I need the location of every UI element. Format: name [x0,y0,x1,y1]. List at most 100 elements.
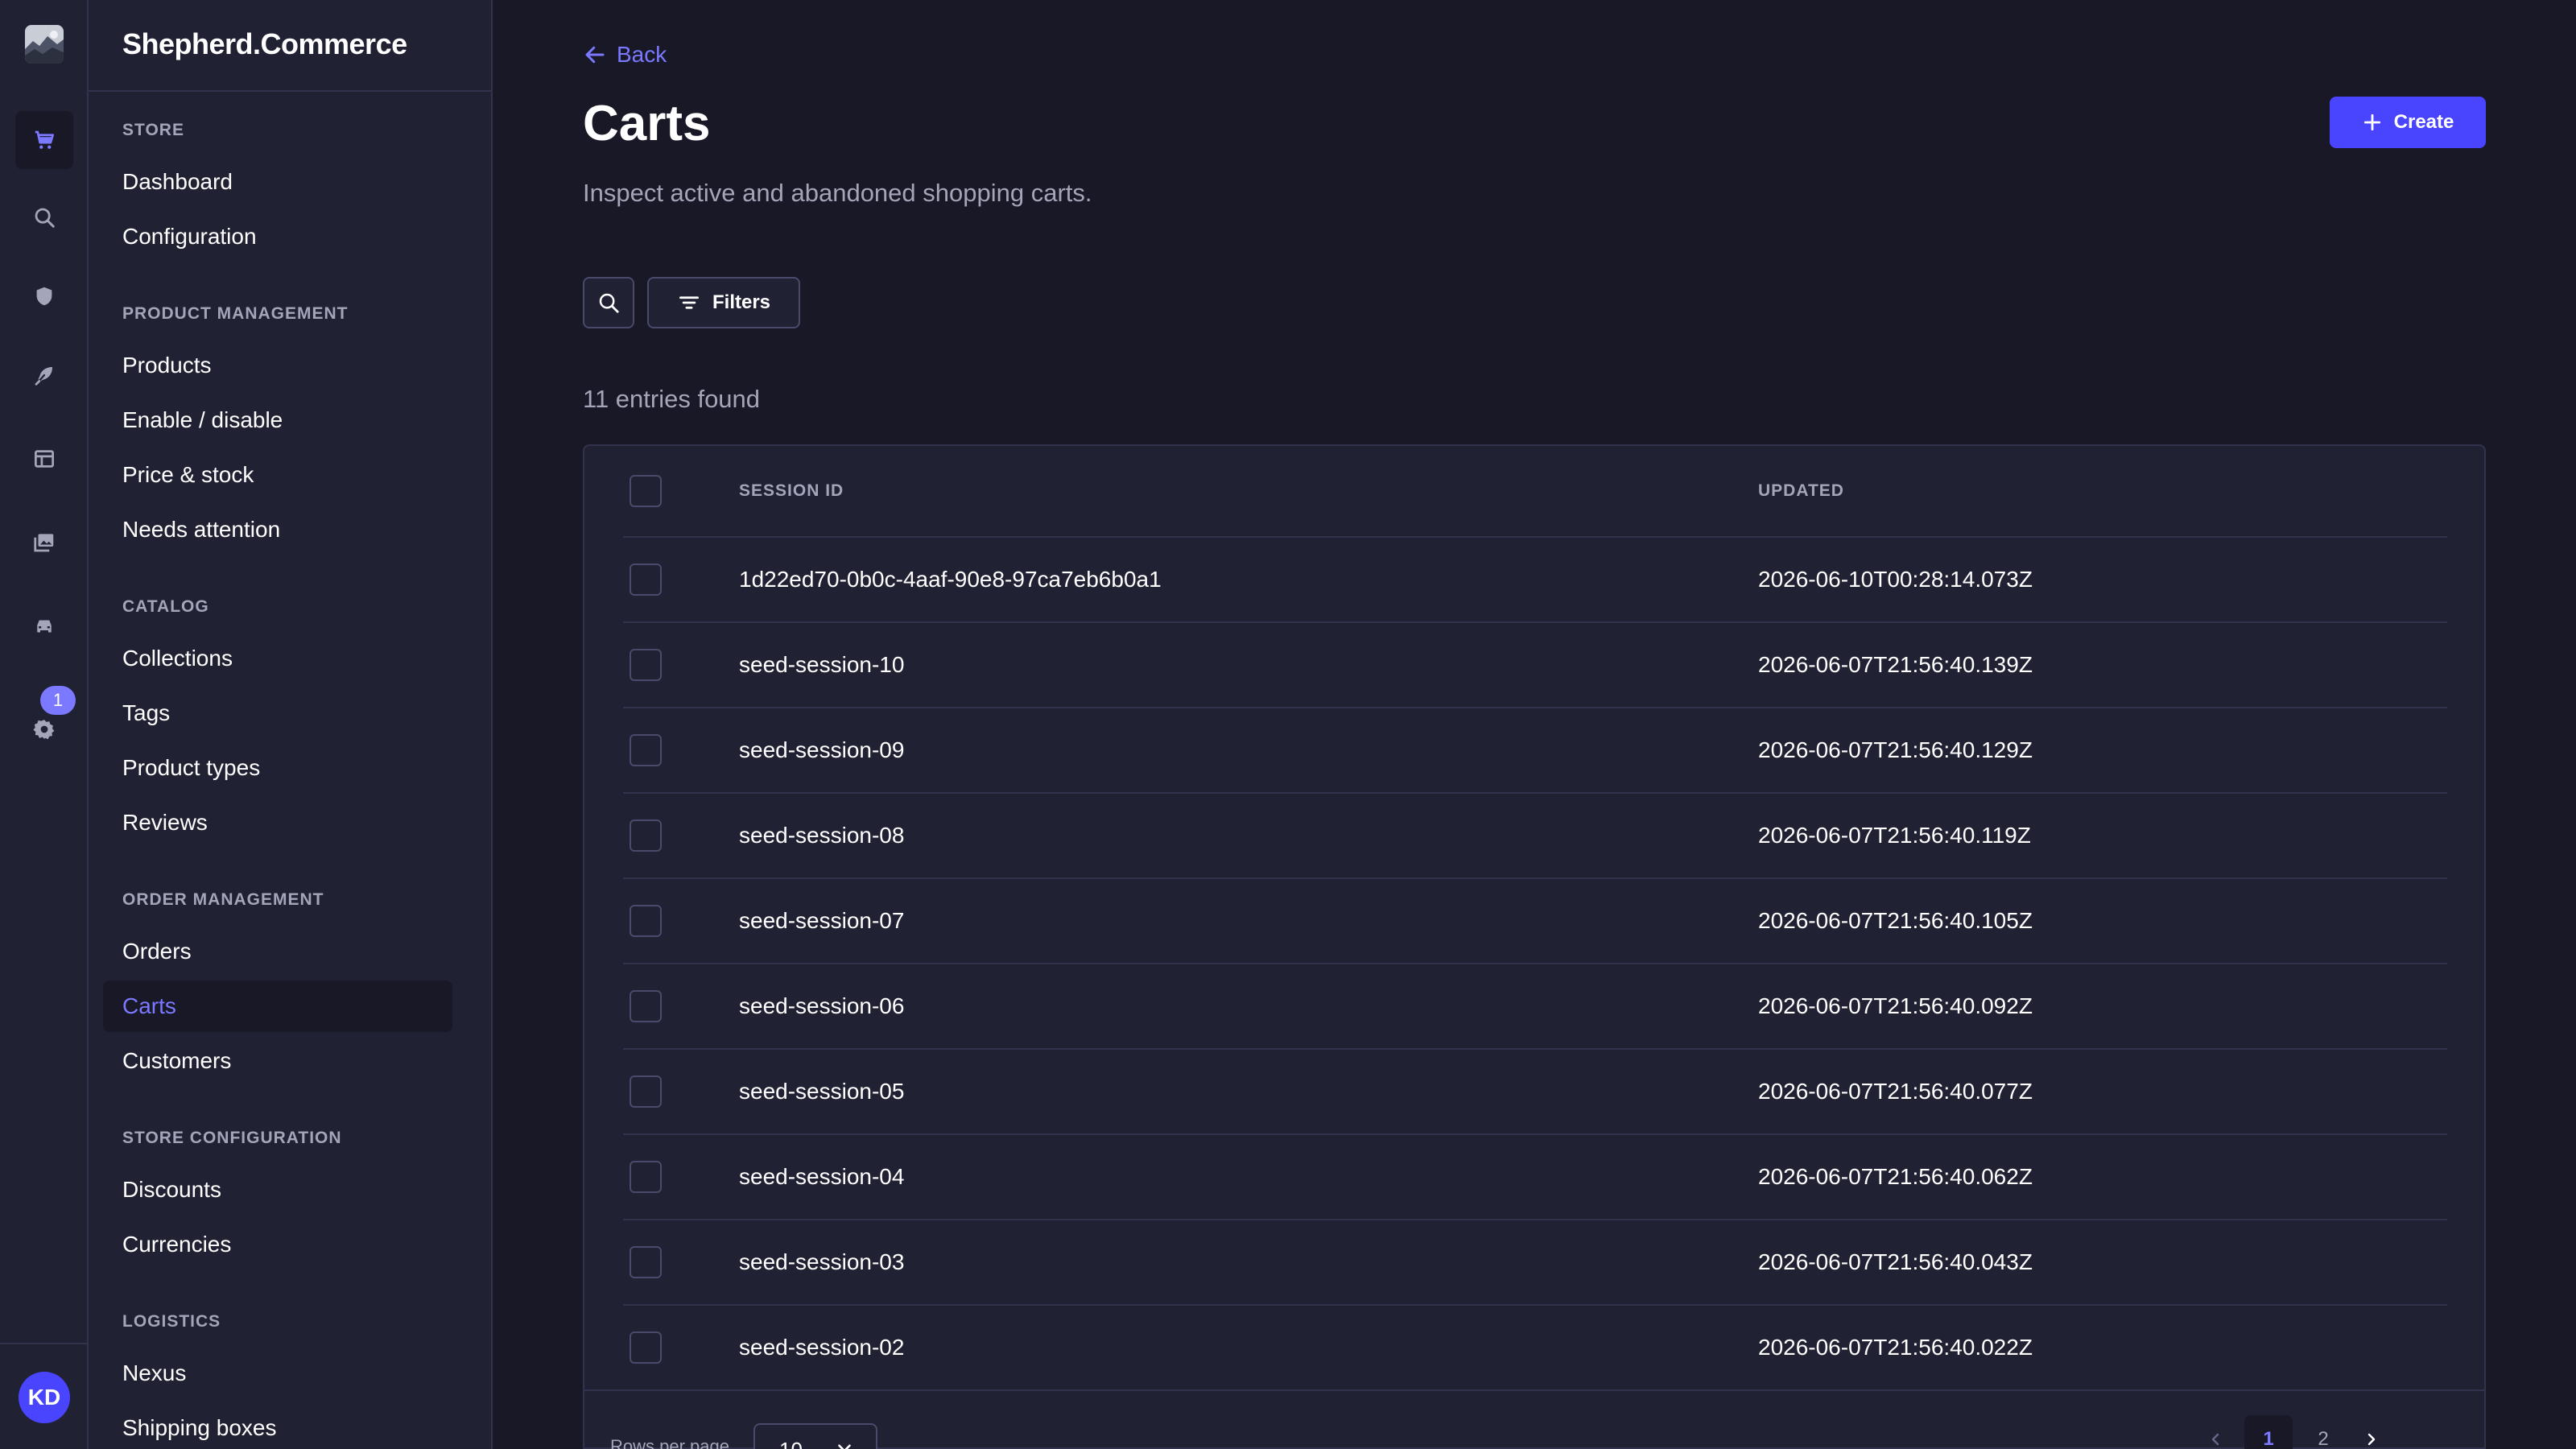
table-footer: Rows per page 10 1 2 [583,1391,2486,1449]
shield-icon [36,287,52,306]
session-id-cell: seed-session-02 [739,1335,905,1360]
images-icon [34,534,54,552]
nav-item-nexus[interactable]: Nexus [103,1348,452,1399]
table-row[interactable]: seed-session-04 2026-06-07T21:56:40.062Z [623,1135,2447,1220]
page-title: Carts [583,96,711,151]
table-row[interactable]: seed-session-03 2026-06-07T21:56:40.043Z [623,1220,2447,1306]
rows-per-page-label: Rows per page [610,1436,729,1449]
updated-cell: 2026-06-07T21:56:40.022Z [1758,1335,2033,1360]
rail-media-button[interactable] [15,514,73,572]
chevron-right-icon [2368,1433,2376,1446]
nav-item-tags[interactable]: Tags [103,687,452,739]
updated-cell: 2026-06-07T21:56:40.139Z [1758,652,2033,677]
column-header-session-id[interactable]: SESSION ID [739,481,844,501]
previous-page-button[interactable] [2199,1415,2231,1449]
table-row[interactable]: seed-session-07 2026-06-07T21:56:40.105Z [623,879,2447,964]
table-row[interactable]: seed-session-08 2026-06-07T21:56:40.119Z [623,794,2447,879]
notification-badge: 1 [40,686,76,715]
row-checkbox[interactable] [630,564,662,596]
updated-cell: 2026-06-07T21:56:40.092Z [1758,993,2033,1018]
carts-table: SESSION ID UPDATED 1d22ed70-0b0c-4aaf-90… [583,444,2486,1391]
section-title-store: STORE [122,121,184,139]
chevron-down-icon [838,1444,851,1449]
sub-navigation: Shepherd.Commerce STORE Dashboard Config… [89,0,493,1449]
row-checkbox[interactable] [630,734,662,766]
session-id-cell: seed-session-08 [739,823,905,848]
nav-item-configuration[interactable]: Configuration [103,211,452,262]
session-id-cell: 1d22ed70-0b0c-4aaf-90e8-97ca7eb6b0a1 [739,567,1162,592]
rail-vehicle-button[interactable] [15,597,73,655]
nav-item-customers[interactable]: Customers [103,1035,452,1087]
nav-item-carts[interactable]: Carts [103,980,452,1032]
row-checkbox[interactable] [630,819,662,852]
filter-icon [679,296,699,309]
back-label: Back [617,42,667,67]
session-id-cell: seed-session-05 [739,1079,905,1104]
table-row[interactable]: seed-session-02 2026-06-07T21:56:40.022Z [623,1306,2447,1391]
nav-item-enable-disable[interactable]: Enable / disable [103,394,452,446]
table-row[interactable]: seed-session-05 2026-06-07T21:56:40.077Z [623,1050,2447,1135]
search-icon [599,293,619,313]
rail-search-button[interactable] [15,188,73,246]
table-header: SESSION ID UPDATED [623,446,2447,538]
nav-item-discounts[interactable]: Discounts [103,1164,452,1216]
nav-item-products[interactable]: Products [103,340,452,391]
section-title-catalog: CATALOG [122,597,209,616]
rail-shield-button[interactable] [15,267,73,325]
updated-cell: 2026-06-07T21:56:40.105Z [1758,908,2033,933]
search-button[interactable] [583,277,634,328]
table-row[interactable]: seed-session-10 2026-06-07T21:56:40.139Z [623,623,2447,708]
nav-item-orders[interactable]: Orders [103,926,452,977]
row-checkbox[interactable] [630,905,662,937]
nav-item-needs-attention[interactable]: Needs attention [103,504,452,555]
next-page-button[interactable] [2355,1415,2388,1449]
row-checkbox[interactable] [630,649,662,681]
row-checkbox[interactable] [630,1331,662,1364]
rows-per-page-select[interactable]: 10 [753,1423,877,1449]
session-id-cell: seed-session-10 [739,652,905,677]
section-title-order-management: ORDER MANAGEMENT [122,890,324,909]
section-title-product-management: PRODUCT MANAGEMENT [122,304,349,323]
nav-item-price-stock[interactable]: Price & stock [103,449,452,501]
page-button-1[interactable]: 1 [2244,1415,2293,1449]
brand-name: Shepherd.Commerce [122,27,407,60]
row-checkbox[interactable] [630,1161,662,1193]
rail-layout-button[interactable] [15,430,73,488]
session-id-cell: seed-session-04 [739,1164,905,1189]
rail-feather-button[interactable] [15,346,73,404]
filters-button[interactable]: Filters [647,277,800,328]
create-button[interactable]: Create [2330,97,2486,148]
rows-per-page-value: 10 [779,1438,803,1449]
session-id-cell: seed-session-06 [739,993,905,1018]
page-button-2[interactable]: 2 [2299,1415,2347,1449]
create-label: Create [2393,111,2454,133]
table-row[interactable]: seed-session-09 2026-06-07T21:56:40.129Z [623,708,2447,794]
page-subtitle: Inspect active and abandoned shopping ca… [583,179,1092,207]
session-id-cell: seed-session-09 [739,737,905,762]
table-row[interactable]: seed-session-06 2026-06-07T21:56:40.092Z [623,964,2447,1050]
nav-item-shipping-boxes[interactable]: Shipping boxes [103,1402,452,1449]
select-all-checkbox[interactable] [630,475,662,507]
nav-item-product-types[interactable]: Product types [103,742,452,794]
row-checkbox[interactable] [630,1075,662,1108]
user-avatar[interactable]: KD [19,1372,70,1423]
table-row[interactable]: 1d22ed70-0b0c-4aaf-90e8-97ca7eb6b0a1 202… [623,538,2447,623]
row-checkbox[interactable] [630,990,662,1022]
nav-item-dashboard[interactable]: Dashboard [103,156,452,208]
back-link[interactable]: Back [583,40,667,69]
nav-item-reviews[interactable]: Reviews [103,797,452,848]
section-title-logistics: LOGISTICS [122,1312,221,1331]
updated-cell: 2026-06-07T21:56:40.119Z [1758,823,2031,848]
arrow-left-icon [585,46,605,64]
session-id-cell: seed-session-07 [739,908,905,933]
column-header-updated[interactable]: UPDATED [1758,481,1844,501]
rail-divider [0,1343,89,1344]
nav-item-currencies[interactable]: Currencies [103,1219,452,1270]
row-checkbox[interactable] [630,1246,662,1278]
rail-cart-button[interactable] [15,111,73,169]
app-logo[interactable] [25,25,64,64]
updated-cell: 2026-06-07T21:56:40.062Z [1758,1164,2033,1189]
feather-icon [35,367,52,386]
nav-item-collections[interactable]: Collections [103,633,452,684]
search-icon [35,208,55,228]
